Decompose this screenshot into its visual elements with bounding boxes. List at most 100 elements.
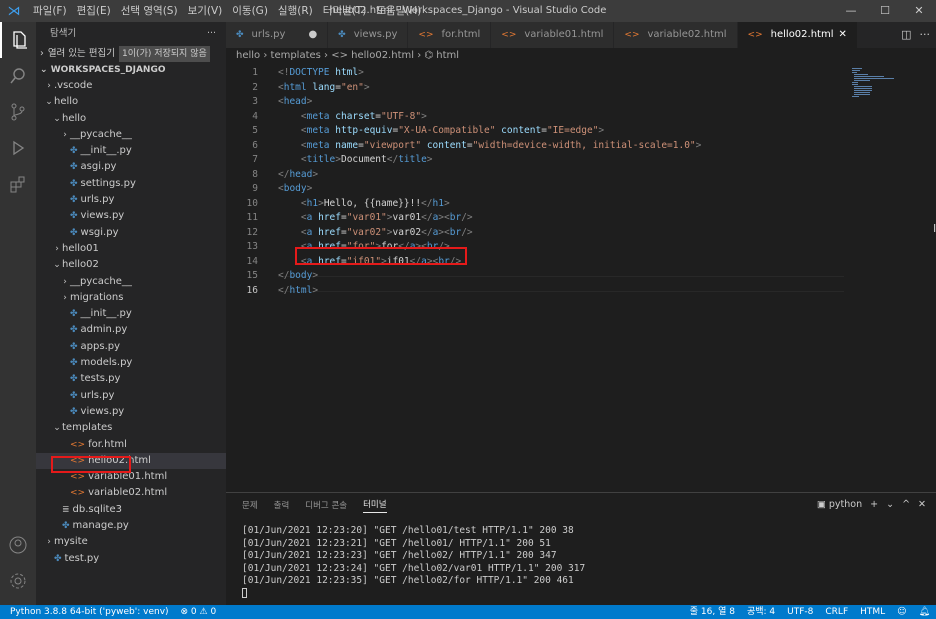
maximize-panel-icon[interactable]: ^ [902, 493, 910, 517]
menu-bar: 파일(F) 편집(E) 선택 영역(S) 보기(V) 이동(G) 실행(R) 터미널(T) 도… [28, 0, 426, 22]
editor-tab[interactable]: <> hello02.html ✕ [737, 22, 858, 48]
panel-tab[interactable]: 출력 [274, 499, 290, 511]
python-interpreter[interactable]: Python 3.8.8 64-bit ('pyweb': venv) [10, 605, 169, 619]
menu-item[interactable]: 이동(G) [227, 0, 273, 22]
html-file-icon: <> [747, 30, 763, 40]
source-control-icon[interactable] [0, 94, 36, 130]
menu-item[interactable]: 터미널(T) [318, 0, 372, 22]
python-file-icon: ✤ [70, 358, 78, 369]
tree-item[interactable]: ✤ tests.py [36, 371, 226, 387]
tree-item[interactable]: › mysite [36, 534, 226, 550]
close-tab-icon[interactable]: ✕ [839, 22, 847, 48]
tree-item[interactable]: ✤ wsgi.py [36, 225, 226, 241]
panel-tab[interactable]: 디버그 콘솔 [305, 499, 347, 511]
tree-item[interactable]: ≣ db.sqlite3 [36, 502, 226, 518]
extensions-icon[interactable] [0, 166, 36, 202]
tree-item[interactable]: ✤ views.py [36, 404, 226, 420]
terminal-dropdown-icon[interactable]: ⌄ [886, 493, 894, 517]
tree-item[interactable]: <> for.html [36, 437, 226, 453]
tree-item[interactable]: ✤ apps.py [36, 339, 226, 355]
code-token: "width=device-width, initial-scale=1.0" [472, 139, 696, 151]
tree-item[interactable]: ✤ manage.py [36, 518, 226, 534]
terminal-output[interactable]: [01/Jun/2021 12:23:20] "GET /hello01/tes… [226, 517, 936, 600]
tree-item[interactable]: <> variable02.html [36, 485, 226, 501]
tree-item[interactable]: › migrations [36, 290, 226, 306]
tree-item[interactable]: ✤ views.py [36, 208, 226, 224]
tree-item[interactable]: ⌄hello [36, 111, 226, 127]
line-number: 12 [246, 226, 258, 238]
html-file-icon: <> [624, 30, 640, 40]
cursor-position[interactable]: 줄 16, 열 8 [690, 605, 735, 619]
menu-item[interactable]: 실행(R) [273, 0, 318, 22]
tree-item[interactable]: ✤ settings.py [36, 176, 226, 192]
maximize-icon[interactable]: ☐ [868, 0, 902, 22]
open-editors-section[interactable]: › 열려 있는 편집기 1이(가) 저장되지 않음 [36, 46, 226, 62]
tree-item[interactable]: ✤ models.py [36, 355, 226, 371]
tree-item[interactable]: › hello01 [36, 241, 226, 257]
indentation[interactable]: 공백: 4 [747, 605, 775, 619]
run-debug-icon[interactable] [0, 130, 36, 166]
search-icon[interactable] [0, 58, 36, 94]
explorer-icon[interactable] [0, 22, 36, 58]
unsaved-dot-icon[interactable]: ● [308, 22, 317, 48]
language-mode[interactable]: HTML [860, 605, 885, 619]
menu-item[interactable]: 도움말(H) [371, 0, 426, 22]
minimap[interactable] [850, 66, 910, 106]
notifications-icon[interactable]: 🔔︎ [919, 605, 930, 619]
terminal-shell-label: python [828, 499, 863, 510]
terminal-panel: 문제 출력 디버그 콘솔 터미널 ▣ python + ⌄ ^ ✕ [01/Jun/2… [226, 492, 936, 606]
new-terminal-button[interactable]: + [870, 493, 878, 517]
problems-indicator[interactable]: ⊗ 0 ⚠ 0 [181, 605, 217, 619]
code-token: "var01" [346, 212, 387, 223]
tree-item-label: .vscode [54, 80, 93, 91]
editor-tab[interactable]: <> for.html [408, 22, 492, 48]
menu-item[interactable]: 보기(V) [183, 0, 228, 22]
account-icon[interactable] [0, 527, 36, 563]
editor-tab[interactable]: ✤ urls.py ● [226, 22, 329, 48]
end-of-line[interactable]: CRLF [825, 605, 848, 619]
tree-item[interactable]: › __pycache__ [36, 127, 226, 143]
panel-tab[interactable]: 문제 [242, 499, 258, 511]
tree-item[interactable]: ✤ test.py [36, 551, 226, 567]
database-file-icon: ≣ [62, 504, 70, 515]
gear-icon[interactable] [0, 563, 36, 599]
menu-item[interactable]: 선택 영역(S) [116, 0, 183, 22]
tree-item-label: tests.py [80, 373, 121, 385]
editor-tab[interactable]: <> variable01.html [491, 22, 615, 48]
feedback-icon[interactable]: ☺ [897, 605, 906, 619]
code-token: </ [386, 154, 399, 165]
minimize-icon[interactable]: — [834, 0, 868, 22]
tree-item[interactable]: ✤ admin.py [36, 322, 226, 338]
close-icon[interactable]: ✕ [902, 0, 936, 22]
tree-item[interactable]: ⌄hello [36, 94, 226, 110]
tree-item[interactable]: ✤ __init__.py [36, 143, 226, 159]
tree-item[interactable]: ✤ asgi.py [36, 159, 226, 175]
more-icon[interactable]: ··· [920, 22, 931, 48]
terminal-line: [01/Jun/2021 12:23:35] "GET /hello02/for… [242, 575, 574, 586]
tree-item[interactable]: ⌄hello02 [36, 257, 226, 273]
split-editor-icon[interactable]: ◫ [901, 22, 911, 48]
terminal-prompt[interactable] [242, 588, 936, 601]
more-actions-button[interactable]: ··· [207, 22, 216, 46]
code-token: Hello, {{name}}!! [323, 197, 422, 209]
workspace-header[interactable]: ⌄ WORKSPACES_DJANGO [36, 62, 226, 78]
editor-tab[interactable]: <> variable02.html [614, 22, 738, 48]
tree-item[interactable]: › __pycache__ [36, 274, 226, 290]
menu-item[interactable]: 편집(E) [72, 0, 116, 22]
tree-item[interactable]: ✤ urls.py [36, 192, 226, 208]
breadcrumb[interactable]: hello › templates › <> hello02.html › ⌬ … [226, 48, 936, 64]
tree-item[interactable]: ✤ urls.py [36, 388, 226, 404]
code-token: > [598, 125, 605, 136]
tree-item[interactable]: ✤ __init__.py [36, 306, 226, 322]
tree-item[interactable]: ⌄templates [36, 420, 226, 436]
panel-tab[interactable]: 터미널 [363, 498, 387, 513]
tree-item[interactable]: › .vscode [36, 78, 226, 94]
menu-item[interactable]: 파일(F) [28, 0, 72, 22]
code-token: title [306, 154, 336, 165]
encoding[interactable]: UTF-8 [787, 605, 813, 619]
editor-tab[interactable]: ✤ views.py [328, 22, 409, 48]
line-number: 9 [252, 183, 258, 194]
terminal-shell-selector[interactable]: ▣ python [817, 493, 862, 517]
close-panel-icon[interactable]: ✕ [918, 493, 926, 517]
